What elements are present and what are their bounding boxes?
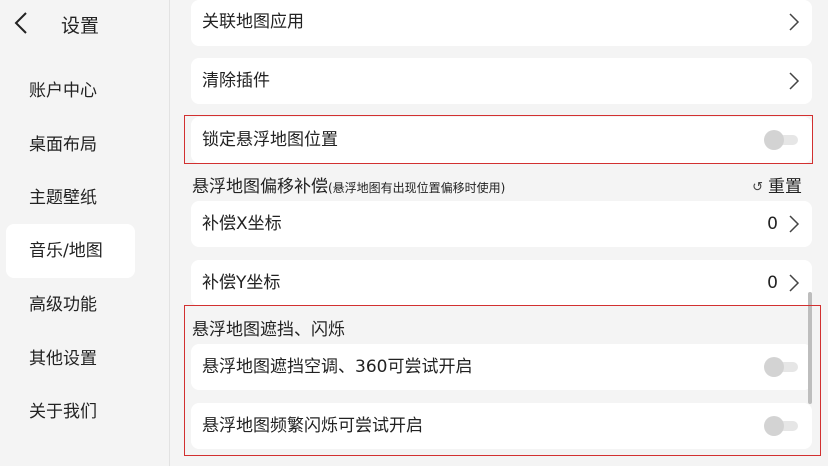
sidebar: 设置 账户中心 桌面布局 主题壁纸 音乐/地图 高级功能 其他设置 关于我们 xyxy=(0,0,170,466)
offset-x-label: 补偿X坐标 xyxy=(202,214,282,234)
page-title: 设置 xyxy=(61,15,100,37)
offset-section-title: 悬浮地图偏移补偿(悬浮地图有出现位置偏移时使用) xyxy=(192,172,505,197)
toggle-knob xyxy=(764,357,784,377)
offset-y-value: 0 xyxy=(767,273,778,293)
sidebar-item-music-map[interactable]: 音乐/地图 xyxy=(6,224,135,278)
header: 设置 xyxy=(0,0,170,46)
flicker-section-title: 悬浮地图遮挡、闪烁 xyxy=(192,320,345,340)
clear-plugin-label: 清除插件 xyxy=(202,71,270,91)
frequent-flicker-row: 悬浮地图频繁闪烁可尝试开启 xyxy=(191,403,812,449)
sidebar-item-theme-wallpaper[interactable]: 主题壁纸 xyxy=(6,171,135,225)
sidebar-item-about-us[interactable]: 关于我们 xyxy=(6,385,135,439)
sidebar-item-desktop-layout[interactable]: 桌面布局 xyxy=(6,118,135,172)
lock-float-map-row: 锁定悬浮地图位置 xyxy=(191,117,812,163)
sidebar-item-advanced-features[interactable]: 高级功能 xyxy=(6,278,135,332)
lock-float-map-toggle[interactable] xyxy=(764,130,798,150)
offset-section-title-text: 悬浮地图偏移补偿 xyxy=(192,177,328,197)
reset-label: 重置 xyxy=(768,177,802,197)
settings-panel: 关联地图应用 清除插件 锁定悬浮地图位置 悬浮地图偏移补偿(悬浮地图有出现位置偏… xyxy=(171,0,828,466)
sidebar-item-other-settings[interactable]: 其他设置 xyxy=(6,332,135,386)
scrollbar[interactable] xyxy=(808,292,812,404)
frequent-flicker-label: 悬浮地图频繁闪烁可尝试开启 xyxy=(202,416,423,436)
sidebar-item-account-center[interactable]: 账户中心 xyxy=(6,64,135,118)
chevron-right-icon xyxy=(788,71,800,91)
offset-section-note: (悬浮地图有出现位置偏移时使用) xyxy=(328,181,506,195)
reset-icon: ↺ xyxy=(752,180,763,195)
lock-float-map-label: 锁定悬浮地图位置 xyxy=(202,130,338,150)
clear-plugin-row[interactable]: 清除插件 xyxy=(191,58,812,104)
link-map-app-row[interactable]: 关联地图应用 xyxy=(191,0,812,46)
offset-x-row[interactable]: 补偿X坐标 0 xyxy=(191,201,812,247)
frequent-flicker-toggle[interactable] xyxy=(764,416,798,436)
chevron-right-icon xyxy=(788,273,800,293)
offset-x-value: 0 xyxy=(767,214,778,234)
ac-occlusion-label: 悬浮地图遮挡空调、360可尝试开启 xyxy=(202,357,473,377)
offset-y-row[interactable]: 补偿Y坐标 0 xyxy=(191,260,812,306)
offset-y-label: 补偿Y坐标 xyxy=(202,273,281,293)
toggle-knob xyxy=(764,130,784,150)
ac-occlusion-toggle[interactable] xyxy=(764,357,798,377)
reset-offset-button[interactable]: ↺ 重置 xyxy=(752,172,802,197)
chevron-right-icon xyxy=(788,12,800,32)
ac-occlusion-row: 悬浮地图遮挡空调、360可尝试开启 xyxy=(191,344,812,390)
back-arrow-icon[interactable] xyxy=(12,10,34,36)
toggle-knob xyxy=(764,416,784,436)
chevron-right-icon xyxy=(788,214,800,234)
link-map-app-label: 关联地图应用 xyxy=(202,12,304,32)
